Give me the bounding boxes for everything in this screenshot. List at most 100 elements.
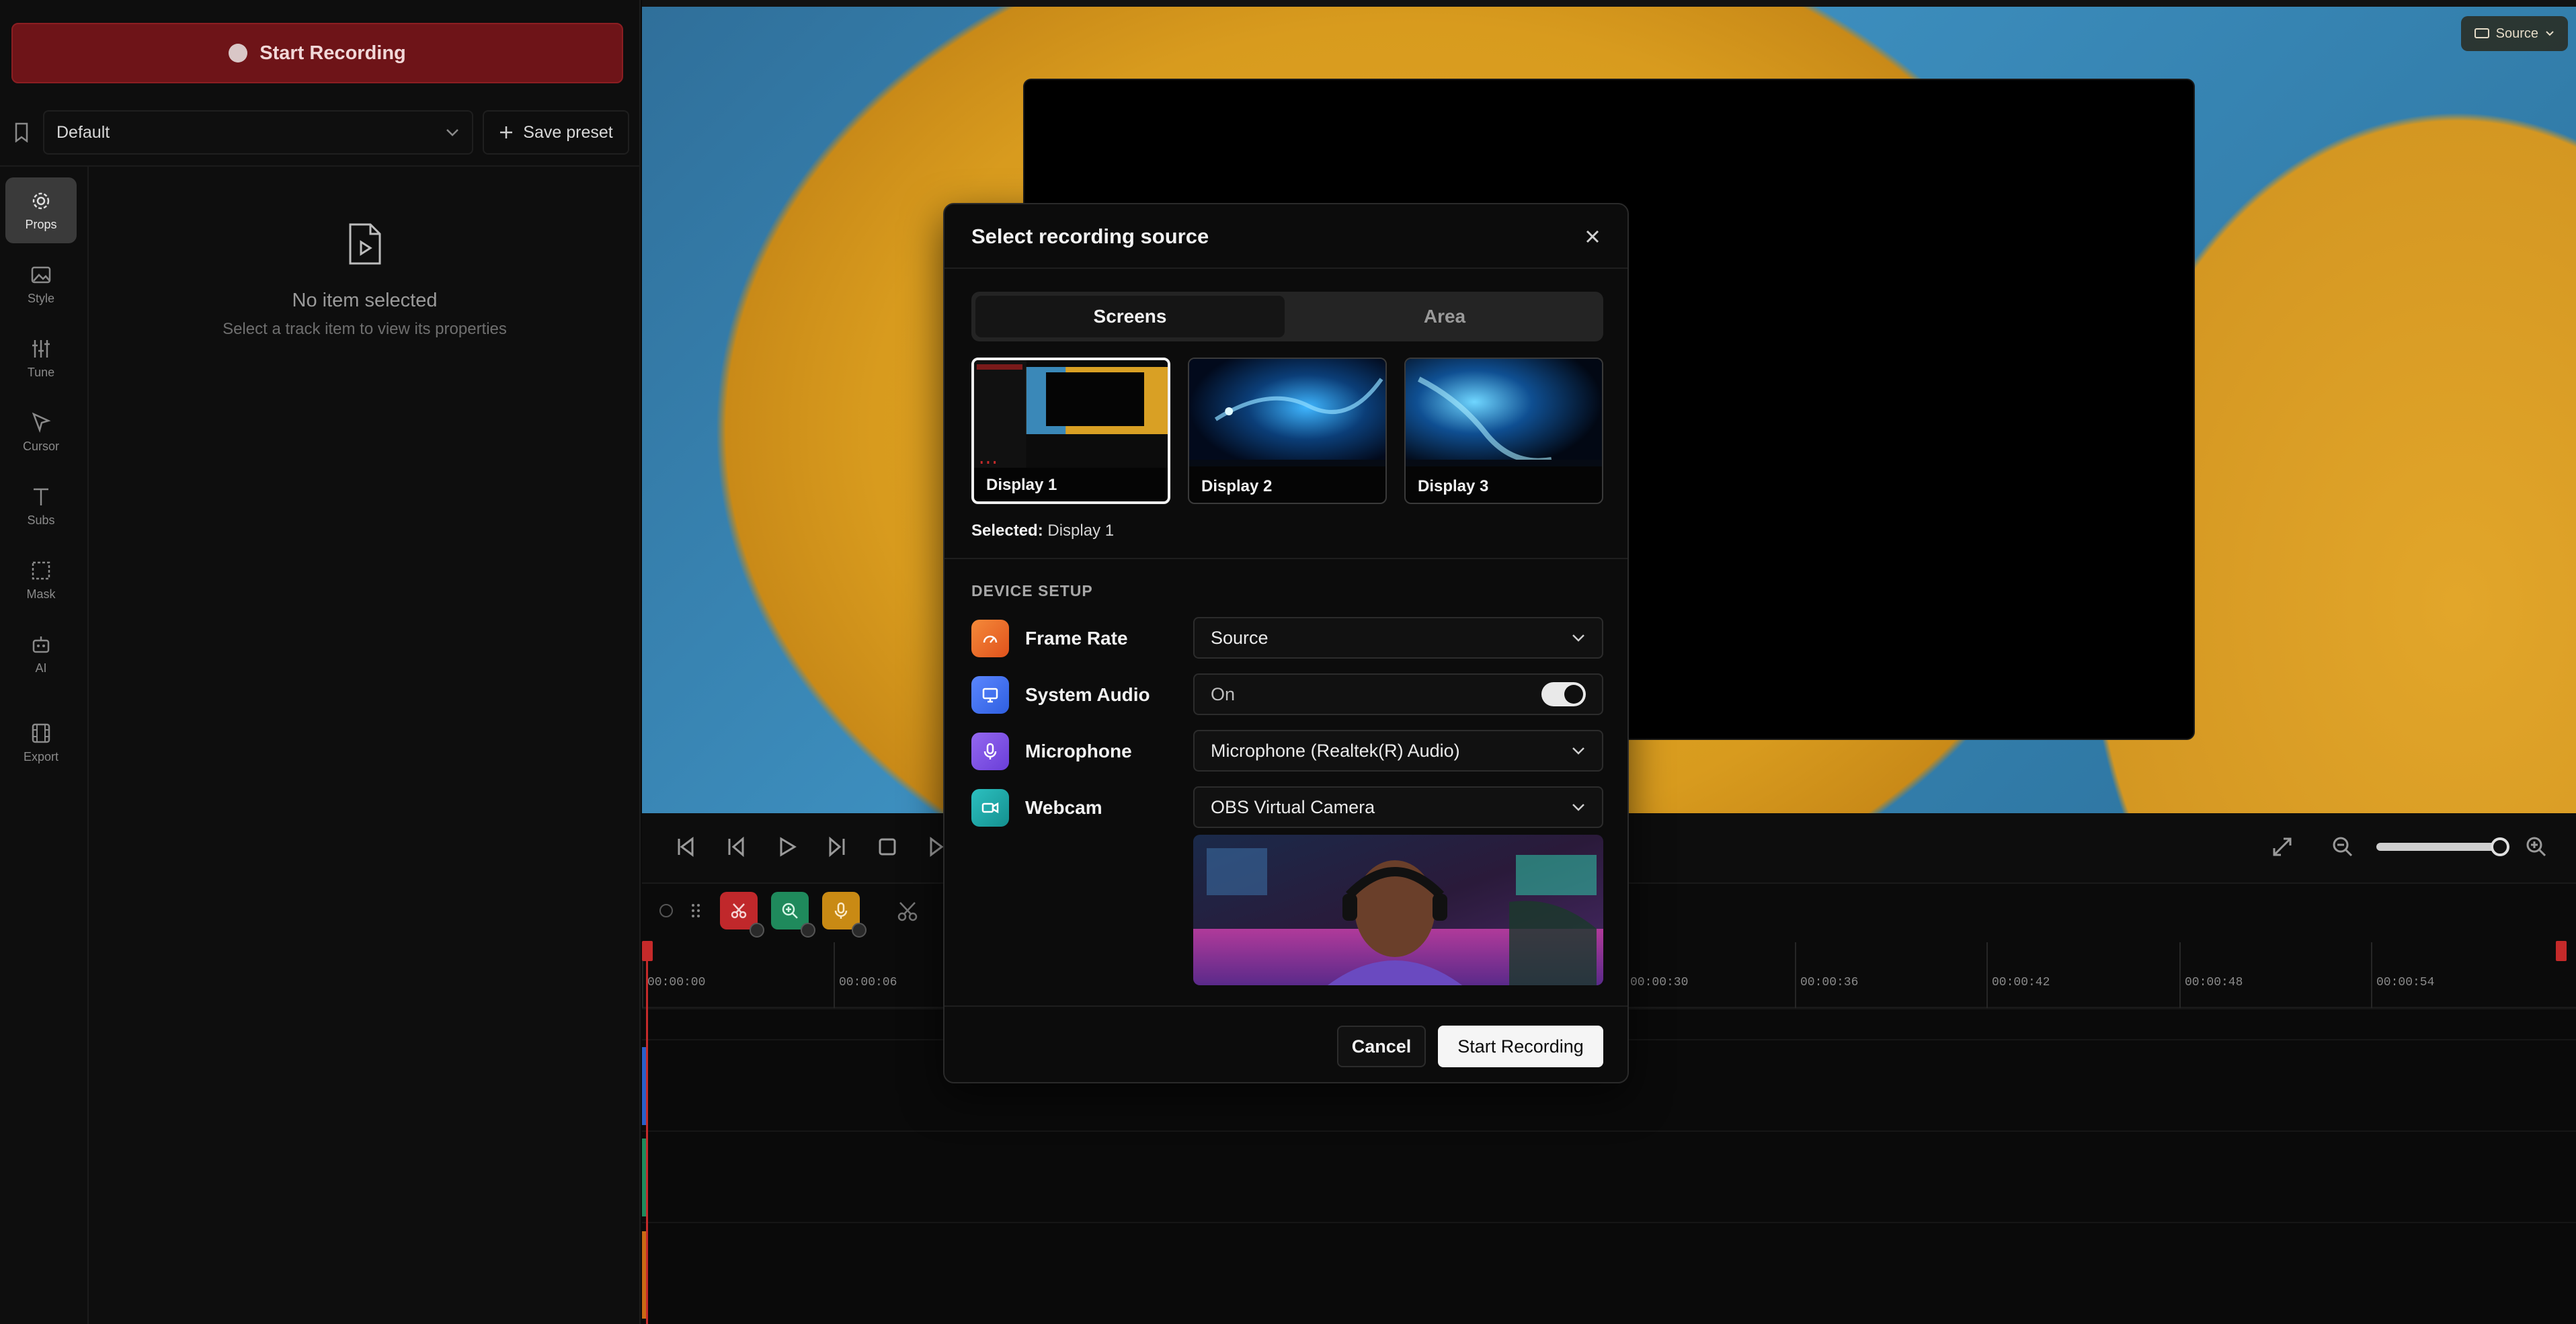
rail-label: AI [35,661,47,675]
chevron-down-icon [1572,804,1584,811]
display-card-3[interactable]: Display 3 [1404,358,1603,504]
webcam-value: OBS Virtual Camera [1211,796,1375,817]
rail-item-props[interactable]: Props [5,177,77,243]
cancel-button[interactable]: Cancel [1337,1026,1426,1067]
step-back-icon[interactable] [723,833,750,860]
microphone-icon [971,733,1009,770]
film-icon [32,723,50,743]
tick-label: 00:00:36 [1800,976,1859,989]
cut-tool-chip[interactable] [720,892,764,938]
display-2-thumbnail [1189,359,1385,466]
rail-item-ai[interactable]: AI [5,621,77,687]
system-audio-row: System Audio On [971,673,1603,715]
start-recording-label: Start Recording [259,42,406,64]
scissors-icon[interactable] [896,900,919,923]
tick-label: 00:00:48 [2185,976,2243,989]
tab-screens[interactable]: Screens [975,296,1285,337]
webcam-select[interactable]: OBS Virtual Camera [1193,786,1603,828]
rail-item-tune[interactable]: Tune [5,325,77,391]
dialog-header: Select recording source [944,204,1627,269]
zoom-in-icon[interactable] [2523,833,2550,860]
microphone-value: Microphone (Realtek(R) Audio) [1211,740,1460,761]
sliders-icon [32,339,50,358]
empty-title: No item selected [292,290,438,311]
save-preset-button[interactable]: Save preset [483,110,629,155]
microphone-icon [834,902,848,919]
start-recording-dialog-button[interactable]: Start Recording [1438,1026,1603,1067]
zoom-slider[interactable] [2376,843,2497,851]
audio-tool-chip[interactable] [822,892,867,938]
display-label: Display 3 [1418,477,1489,495]
bookmark-icon[interactable] [13,122,30,142]
close-icon[interactable] [1582,226,1603,247]
tab-area[interactable]: Area [1290,296,1599,337]
audio-track[interactable] [642,1222,2576,1324]
system-audio-toggle[interactable] [1541,682,1586,706]
frame-rate-value: Source [1211,627,1269,648]
tick-label: 00:00:30 [1630,976,1689,989]
rail-label: Subs [27,513,55,527]
display-card-2[interactable]: Display 2 [1188,358,1387,504]
side-rail: Props Style Tune Cursor Subs Mask AI Exp… [0,167,89,1324]
scissors-icon [731,903,747,919]
source-chip[interactable]: Source [2460,16,2568,51]
display-label: Display 1 [986,476,1057,494]
rail-item-style[interactable]: Style [5,251,77,317]
image-icon [31,266,51,283]
rail-label: Export [23,749,59,763]
tick-label: 00:00:54 [2376,976,2435,989]
preset-row: Default Save preset [0,108,641,157]
cursor-icon [32,412,51,433]
chevron-down-icon [1572,634,1584,642]
tool-badge [801,923,815,938]
stop-icon[interactable] [874,833,901,860]
zoom-tool-chip[interactable] [771,892,815,938]
skip-start-icon[interactable] [672,833,699,860]
zoom-track[interactable] [642,1130,2576,1222]
selected-label: Selected: [971,522,1043,540]
playhead-end-marker[interactable] [2556,941,2567,961]
gear-icon [32,192,50,209]
zoom-slider-knob[interactable] [2491,837,2509,856]
frame-rate-label: Frame Rate [1025,628,1128,649]
system-audio-label: System Audio [1025,684,1150,705]
dialog-title: Select recording source [971,224,1209,248]
system-audio-control: On [1193,673,1603,715]
microphone-select[interactable]: Microphone (Realtek(R) Audio) [1193,730,1603,772]
selected-display-line: Selected: Display 1 [971,522,1114,540]
play-icon[interactable] [773,833,800,860]
display-label: Display 2 [1201,477,1273,495]
playhead-line[interactable] [646,941,648,1324]
tool-badge [750,923,764,938]
rail-item-cursor[interactable]: Cursor [5,399,77,465]
tick [1795,942,1796,1008]
empty-subtitle: Select a track item to view its properti… [223,320,507,338]
tick-label: 00:00:42 [1992,976,2050,989]
plus-icon [500,126,513,138]
app-root: Start Recording Default Save preset Prop… [0,0,2576,1324]
start-recording-button[interactable]: Start Recording [11,23,623,83]
fullscreen-icon[interactable] [2269,833,2296,860]
rail-item-subs[interactable]: Subs [5,473,77,539]
rail-item-export[interactable]: Export [5,710,77,776]
empty-state: No item selected Select a track item to … [89,222,641,339]
frame-rate-select[interactable]: Source [1193,617,1603,659]
tick-label: 00:00:00 [647,976,706,989]
tick [2179,942,2181,1008]
info-icon[interactable] [658,903,674,919]
zoom-out-icon[interactable] [2329,833,2356,860]
mask-icon [32,561,50,579]
monitor-icon [971,676,1009,714]
frame-rate-row: Frame Rate Source [971,617,1603,659]
display-card-1[interactable]: Display 1 [971,358,1170,504]
drag-handle-icon[interactable] [689,901,702,920]
webcam-label: Webcam [1025,797,1102,818]
chevron-down-icon [446,129,458,136]
robot-icon [32,636,50,653]
rail-item-mask[interactable]: Mask [5,547,77,613]
step-forward-icon[interactable] [823,833,850,860]
preset-select[interactable]: Default [43,110,473,155]
chevron-down-icon [1572,747,1584,755]
camera-icon [971,789,1009,827]
source-chip-label: Source [2495,26,2538,41]
